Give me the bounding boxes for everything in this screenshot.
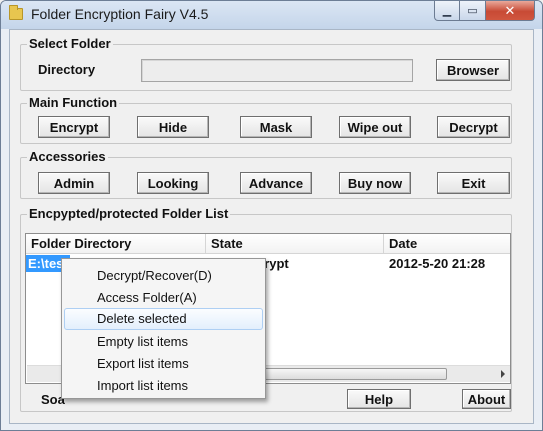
folder-list-title: Encpypted/protected Folder List xyxy=(27,206,231,221)
folder-icon xyxy=(9,5,23,20)
column-state[interactable]: State xyxy=(206,234,384,254)
accessories-title: Accessories xyxy=(27,149,108,164)
menu-item-delete-selected[interactable]: Delete selected xyxy=(64,308,263,330)
help-button[interactable]: Help xyxy=(347,389,411,409)
browser-button[interactable]: Browser xyxy=(436,59,510,81)
wipe-out-button[interactable]: Wipe out xyxy=(339,116,411,138)
encrypt-button[interactable]: Encrypt xyxy=(38,116,110,138)
menu-item-import-list[interactable]: Import list items xyxy=(64,375,263,397)
minimize-button[interactable]: ▁ xyxy=(434,1,460,21)
directory-label: Directory xyxy=(38,62,96,77)
decrypt-button[interactable]: Decrypt xyxy=(437,116,510,138)
directory-input[interactable] xyxy=(141,59,413,82)
accessories-group: Accessories Admin Looking Advance Buy no… xyxy=(20,149,512,199)
buy-now-button[interactable]: Buy now xyxy=(339,172,411,194)
minimize-icon: ▁ xyxy=(442,5,452,17)
close-icon: ✕ xyxy=(504,2,516,18)
select-folder-group: Select Folder Directory Browser xyxy=(20,36,512,91)
column-date[interactable]: Date xyxy=(384,234,510,254)
select-folder-title: Select Folder xyxy=(27,36,113,51)
row-date: 2012-5-20 21:28 xyxy=(389,256,486,271)
admin-button[interactable]: Admin xyxy=(38,172,110,194)
looking-button[interactable]: Looking xyxy=(137,172,209,194)
window-title: Folder Encryption Fairy V4.5 xyxy=(31,6,209,22)
title-bar[interactable]: Folder Encryption Fairy V4.5 ▁ ▭ ✕ xyxy=(1,1,542,29)
hide-button[interactable]: Hide xyxy=(137,116,209,138)
close-button[interactable]: ✕ xyxy=(486,1,535,21)
maximize-button[interactable]: ▭ xyxy=(460,1,486,21)
menu-item-decrypt-recover[interactable]: Decrypt/Recover(D) xyxy=(64,265,263,287)
caption-buttons: ▁ ▭ ✕ xyxy=(434,1,535,21)
column-folder-directory[interactable]: Folder Directory xyxy=(26,234,206,254)
menu-item-empty-list[interactable]: Empty list items xyxy=(64,331,263,353)
exit-button[interactable]: Exit xyxy=(437,172,510,194)
scrollbar-thumb[interactable] xyxy=(237,368,447,380)
advance-button[interactable]: Advance xyxy=(240,172,312,194)
main-function-title: Main Function xyxy=(27,95,120,110)
menu-item-export-list[interactable]: Export list items xyxy=(64,353,263,375)
context-menu: Decrypt/Recover(D) Access Folder(A) Dele… xyxy=(61,258,266,399)
maximize-icon: ▭ xyxy=(467,5,478,17)
main-function-group: Main Function Encrypt Hide Mask Wipe out… xyxy=(20,95,512,144)
list-header: Folder Directory State Date xyxy=(26,234,510,254)
menu-item-access-folder[interactable]: Access Folder(A) xyxy=(64,287,263,309)
mask-button[interactable]: Mask xyxy=(240,116,312,138)
about-button[interactable]: About xyxy=(462,389,511,409)
app-window: Folder Encryption Fairy V4.5 ▁ ▭ ✕ Selec… xyxy=(0,0,543,431)
scroll-right-icon[interactable] xyxy=(501,370,505,378)
